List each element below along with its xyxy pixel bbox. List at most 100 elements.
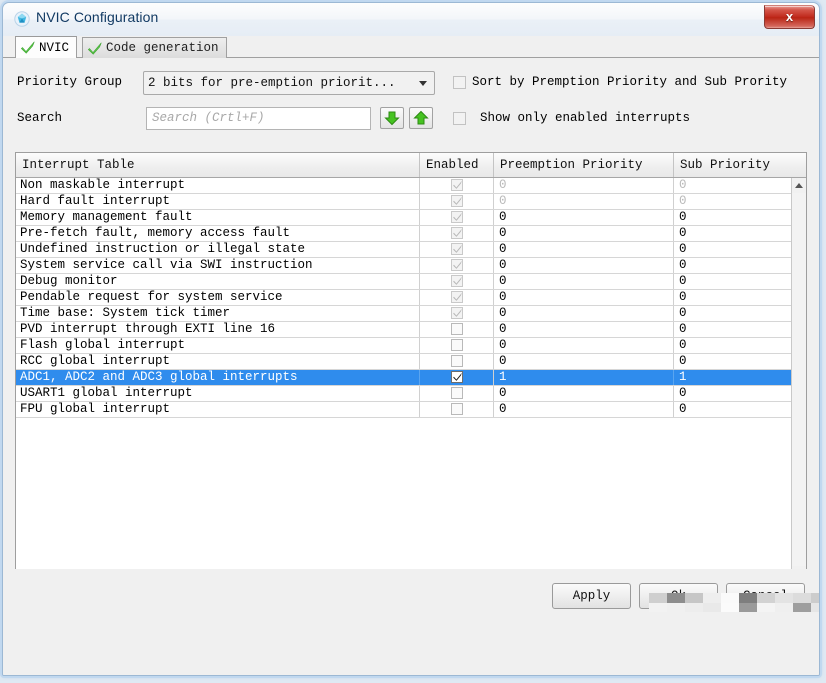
- cell-preemption-priority: 0: [494, 178, 674, 193]
- column-header-enabled[interactable]: Enabled: [420, 153, 494, 177]
- cell-interrupt-name: Pre-fetch fault, memory access fault: [16, 226, 420, 241]
- cell-sub-priority: 0: [679, 338, 687, 352]
- cell-enabled: [420, 194, 494, 209]
- cell-enabled: [420, 354, 494, 369]
- cell-preemption-priority: 1: [494, 370, 674, 385]
- table-row[interactable]: Non maskable interrupt 0 0: [16, 178, 806, 194]
- row-enabled-checkbox[interactable]: [451, 403, 463, 415]
- cell-sub-priority: 0: [679, 210, 687, 224]
- table-row[interactable]: ADC1, ADC2 and ADC3 global interrupts 1 1: [16, 370, 806, 386]
- cancel-button[interactable]: Cancel: [726, 583, 805, 609]
- column-header-interrupt-table[interactable]: Interrupt Table: [16, 153, 420, 177]
- green-up-arrow-icon: [413, 110, 429, 125]
- cell-sub-priority: 0: [679, 386, 687, 400]
- cell-sub-priority: 0: [679, 194, 687, 208]
- row-enabled-checkbox[interactable]: [451, 323, 463, 335]
- nvic-configuration-window: NVIC Configuration x NVIC Code generatio…: [2, 2, 820, 676]
- cell-enabled: [420, 258, 494, 273]
- table-row[interactable]: Memory management fault 0 0: [16, 210, 806, 226]
- table-row[interactable]: USART1 global interrupt 0 0: [16, 386, 806, 402]
- show-only-enabled-checkbox[interactable]: [453, 112, 466, 125]
- cell-preemption-priority: 0: [494, 210, 674, 225]
- priority-group-select[interactable]: 2 bits for pre-emption priorit...: [143, 71, 435, 95]
- nvic-panel: Priority Group 2 bits for pre-emption pr…: [3, 58, 819, 624]
- table-row[interactable]: Hard fault interrupt 0 0: [16, 194, 806, 210]
- cell-interrupt-name: FPU global interrupt: [16, 402, 420, 417]
- sort-by-premption-checkbox[interactable]: [453, 76, 466, 89]
- table-row[interactable]: Pendable request for system service 0 0: [16, 290, 806, 306]
- cell-sub-priority: 0: [679, 178, 687, 192]
- row-enabled-checkbox[interactable]: [451, 195, 463, 207]
- cell-preemption-priority: 0: [494, 338, 674, 353]
- green-down-arrow-icon: [384, 111, 400, 126]
- cell-interrupt-name: Undefined instruction or illegal state: [16, 242, 420, 257]
- search-input[interactable]: Search (Crtl+F): [146, 107, 371, 130]
- cell-enabled: [420, 290, 494, 305]
- column-header-preemption[interactable]: Preemption Priority: [494, 153, 674, 177]
- cell-preemption-priority: 0: [494, 242, 674, 257]
- cell-preemption-priority: 0: [494, 274, 674, 289]
- tab-code-generation-label: Code generation: [106, 41, 219, 55]
- row-enabled-checkbox[interactable]: [451, 355, 463, 367]
- interrupt-table: Interrupt Table Enabled Preemption Prior…: [15, 152, 807, 582]
- table-row[interactable]: FPU global interrupt 0 0: [16, 402, 806, 418]
- cell-sub-priority: 0: [679, 226, 687, 240]
- row-enabled-checkbox[interactable]: [451, 275, 463, 287]
- cell-enabled: [420, 370, 494, 385]
- caret-up-icon: [795, 183, 803, 188]
- row-enabled-checkbox[interactable]: [451, 387, 463, 399]
- row-enabled-checkbox[interactable]: [451, 259, 463, 271]
- tab-nvic[interactable]: NVIC: [15, 36, 78, 58]
- table-row[interactable]: RCC global interrupt 0 0: [16, 354, 806, 370]
- table-row[interactable]: System service call via SWI instruction 0…: [16, 258, 806, 274]
- cell-sub-priority: 0: [679, 322, 687, 336]
- cell-sub-priority: 1: [679, 370, 687, 384]
- search-placeholder: Search (Crtl+F): [152, 111, 265, 125]
- row-enabled-checkbox[interactable]: [451, 211, 463, 223]
- row-enabled-checkbox[interactable]: [451, 291, 463, 303]
- search-prev-button[interactable]: [409, 107, 433, 129]
- row-enabled-checkbox[interactable]: [451, 339, 463, 351]
- table-row[interactable]: Pre-fetch fault, memory access fault 0 0: [16, 226, 806, 242]
- table-row[interactable]: Debug monitor 0 0: [16, 274, 806, 290]
- chevron-down-icon: [419, 81, 427, 86]
- title-bar: NVIC Configuration x: [3, 3, 819, 37]
- table-body: Non maskable interrupt 0 0 Hard fault inter…: [16, 178, 806, 581]
- cell-preemption-priority: 0: [494, 386, 674, 401]
- cell-sub-priority: 0: [679, 354, 687, 368]
- ok-button[interactable]: Ok: [639, 583, 718, 609]
- search-next-button[interactable]: [380, 107, 404, 129]
- cell-preemption-priority: 0: [494, 194, 674, 209]
- table-row[interactable]: PVD interrupt through EXTI line 16 0 0: [16, 322, 806, 338]
- table-row[interactable]: Undefined instruction or illegal state 0 0: [16, 242, 806, 258]
- cell-sub-priority: 0: [679, 290, 687, 304]
- cell-sub-priority: 0: [679, 306, 687, 320]
- tab-code-generation[interactable]: Code generation: [82, 37, 227, 58]
- cell-enabled: [420, 274, 494, 289]
- column-header-sub-priority[interactable]: Sub Priority: [674, 153, 793, 177]
- cell-interrupt-name: USART1 global interrupt: [16, 386, 420, 401]
- cell-interrupt-name: PVD interrupt through EXTI line 16: [16, 322, 420, 337]
- tab-strip: NVIC Code generation: [3, 36, 819, 58]
- cell-interrupt-name: Memory management fault: [16, 210, 420, 225]
- cell-sub-priority: 0: [679, 258, 687, 272]
- apply-button[interactable]: Apply: [552, 583, 631, 609]
- close-button[interactable]: x: [764, 5, 815, 29]
- cell-preemption-priority: 0: [494, 402, 674, 417]
- cell-preemption-priority: 0: [494, 290, 674, 305]
- table-vertical-scrollbar[interactable]: [791, 178, 806, 581]
- row-enabled-checkbox[interactable]: [451, 371, 463, 383]
- row-enabled-checkbox[interactable]: [451, 307, 463, 319]
- cell-enabled: [420, 242, 494, 257]
- cell-enabled: [420, 226, 494, 241]
- table-row[interactable]: Time base: System tick timer 0 0: [16, 306, 806, 322]
- table-row[interactable]: Flash global interrupt 0 0: [16, 338, 806, 354]
- scroll-up-button[interactable]: [792, 178, 806, 193]
- row-enabled-checkbox[interactable]: [451, 243, 463, 255]
- cell-enabled: [420, 338, 494, 353]
- sort-by-premption-label: Sort by Premption Priority and Sub Prori…: [472, 75, 788, 89]
- search-label: Search: [17, 111, 63, 125]
- row-enabled-checkbox[interactable]: [451, 227, 463, 239]
- cell-interrupt-name: System service call via SWI instruction: [16, 258, 420, 273]
- row-enabled-checkbox[interactable]: [451, 179, 463, 191]
